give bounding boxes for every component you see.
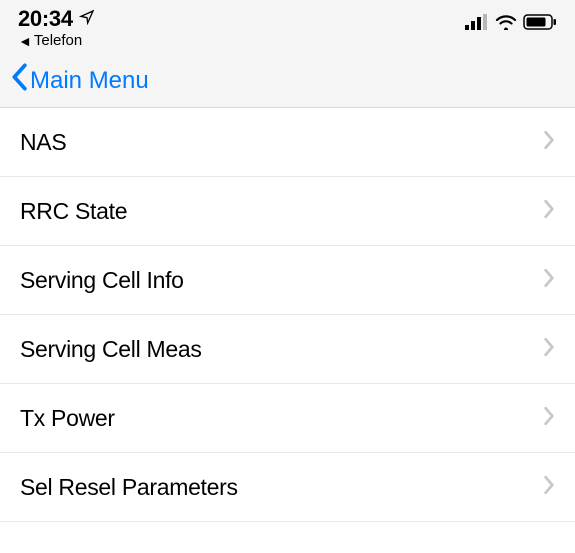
list-item-label: NAS: [20, 129, 66, 156]
back-to-app-button[interactable]: ◄ Telefon: [18, 32, 95, 49]
list-item-sel-resel-parameters[interactable]: Sel Resel Parameters: [0, 453, 575, 522]
status-time: 20:34: [18, 6, 73, 32]
cellular-signal-icon: [465, 14, 489, 35]
back-button[interactable]: Main Menu: [10, 63, 149, 98]
time-row: 20:34: [18, 6, 95, 32]
chevron-right-icon: [543, 475, 555, 500]
wifi-icon: [495, 14, 517, 35]
chevron-right-icon: [543, 337, 555, 362]
back-app-label: Telefon: [34, 32, 82, 49]
list-item-label: Tx Power: [20, 405, 115, 432]
status-bar: 20:34 ◄ Telefon: [0, 0, 575, 54]
list-item-label: Serving Cell Info: [20, 267, 184, 294]
list-item-label: Serving Cell Meas: [20, 336, 202, 363]
caret-left-icon: ◄: [18, 33, 32, 49]
status-bar-left: 20:34 ◄ Telefon: [18, 6, 95, 49]
list-item-tx-power[interactable]: Tx Power: [0, 384, 575, 453]
chevron-right-icon: [543, 130, 555, 155]
list-item-nas[interactable]: NAS: [0, 108, 575, 177]
list-item-serving-cell-meas[interactable]: Serving Cell Meas: [0, 315, 575, 384]
status-bar-right: [465, 6, 557, 35]
chevron-right-icon: [543, 406, 555, 431]
list-item-label: RRC State: [20, 198, 127, 225]
menu-list: NAS RRC State Serving Cell Info Serving …: [0, 108, 575, 522]
list-item-serving-cell-info[interactable]: Serving Cell Info: [0, 246, 575, 315]
chevron-right-icon: [543, 199, 555, 224]
list-item-rrc-state[interactable]: RRC State: [0, 177, 575, 246]
battery-icon: [523, 14, 557, 35]
back-button-label: Main Menu: [30, 67, 149, 95]
chevron-left-icon: [10, 63, 28, 98]
list-item-label: Sel Resel Parameters: [20, 474, 238, 501]
chevron-right-icon: [543, 268, 555, 293]
location-icon: [79, 9, 95, 30]
nav-bar: Main Menu: [0, 54, 575, 108]
